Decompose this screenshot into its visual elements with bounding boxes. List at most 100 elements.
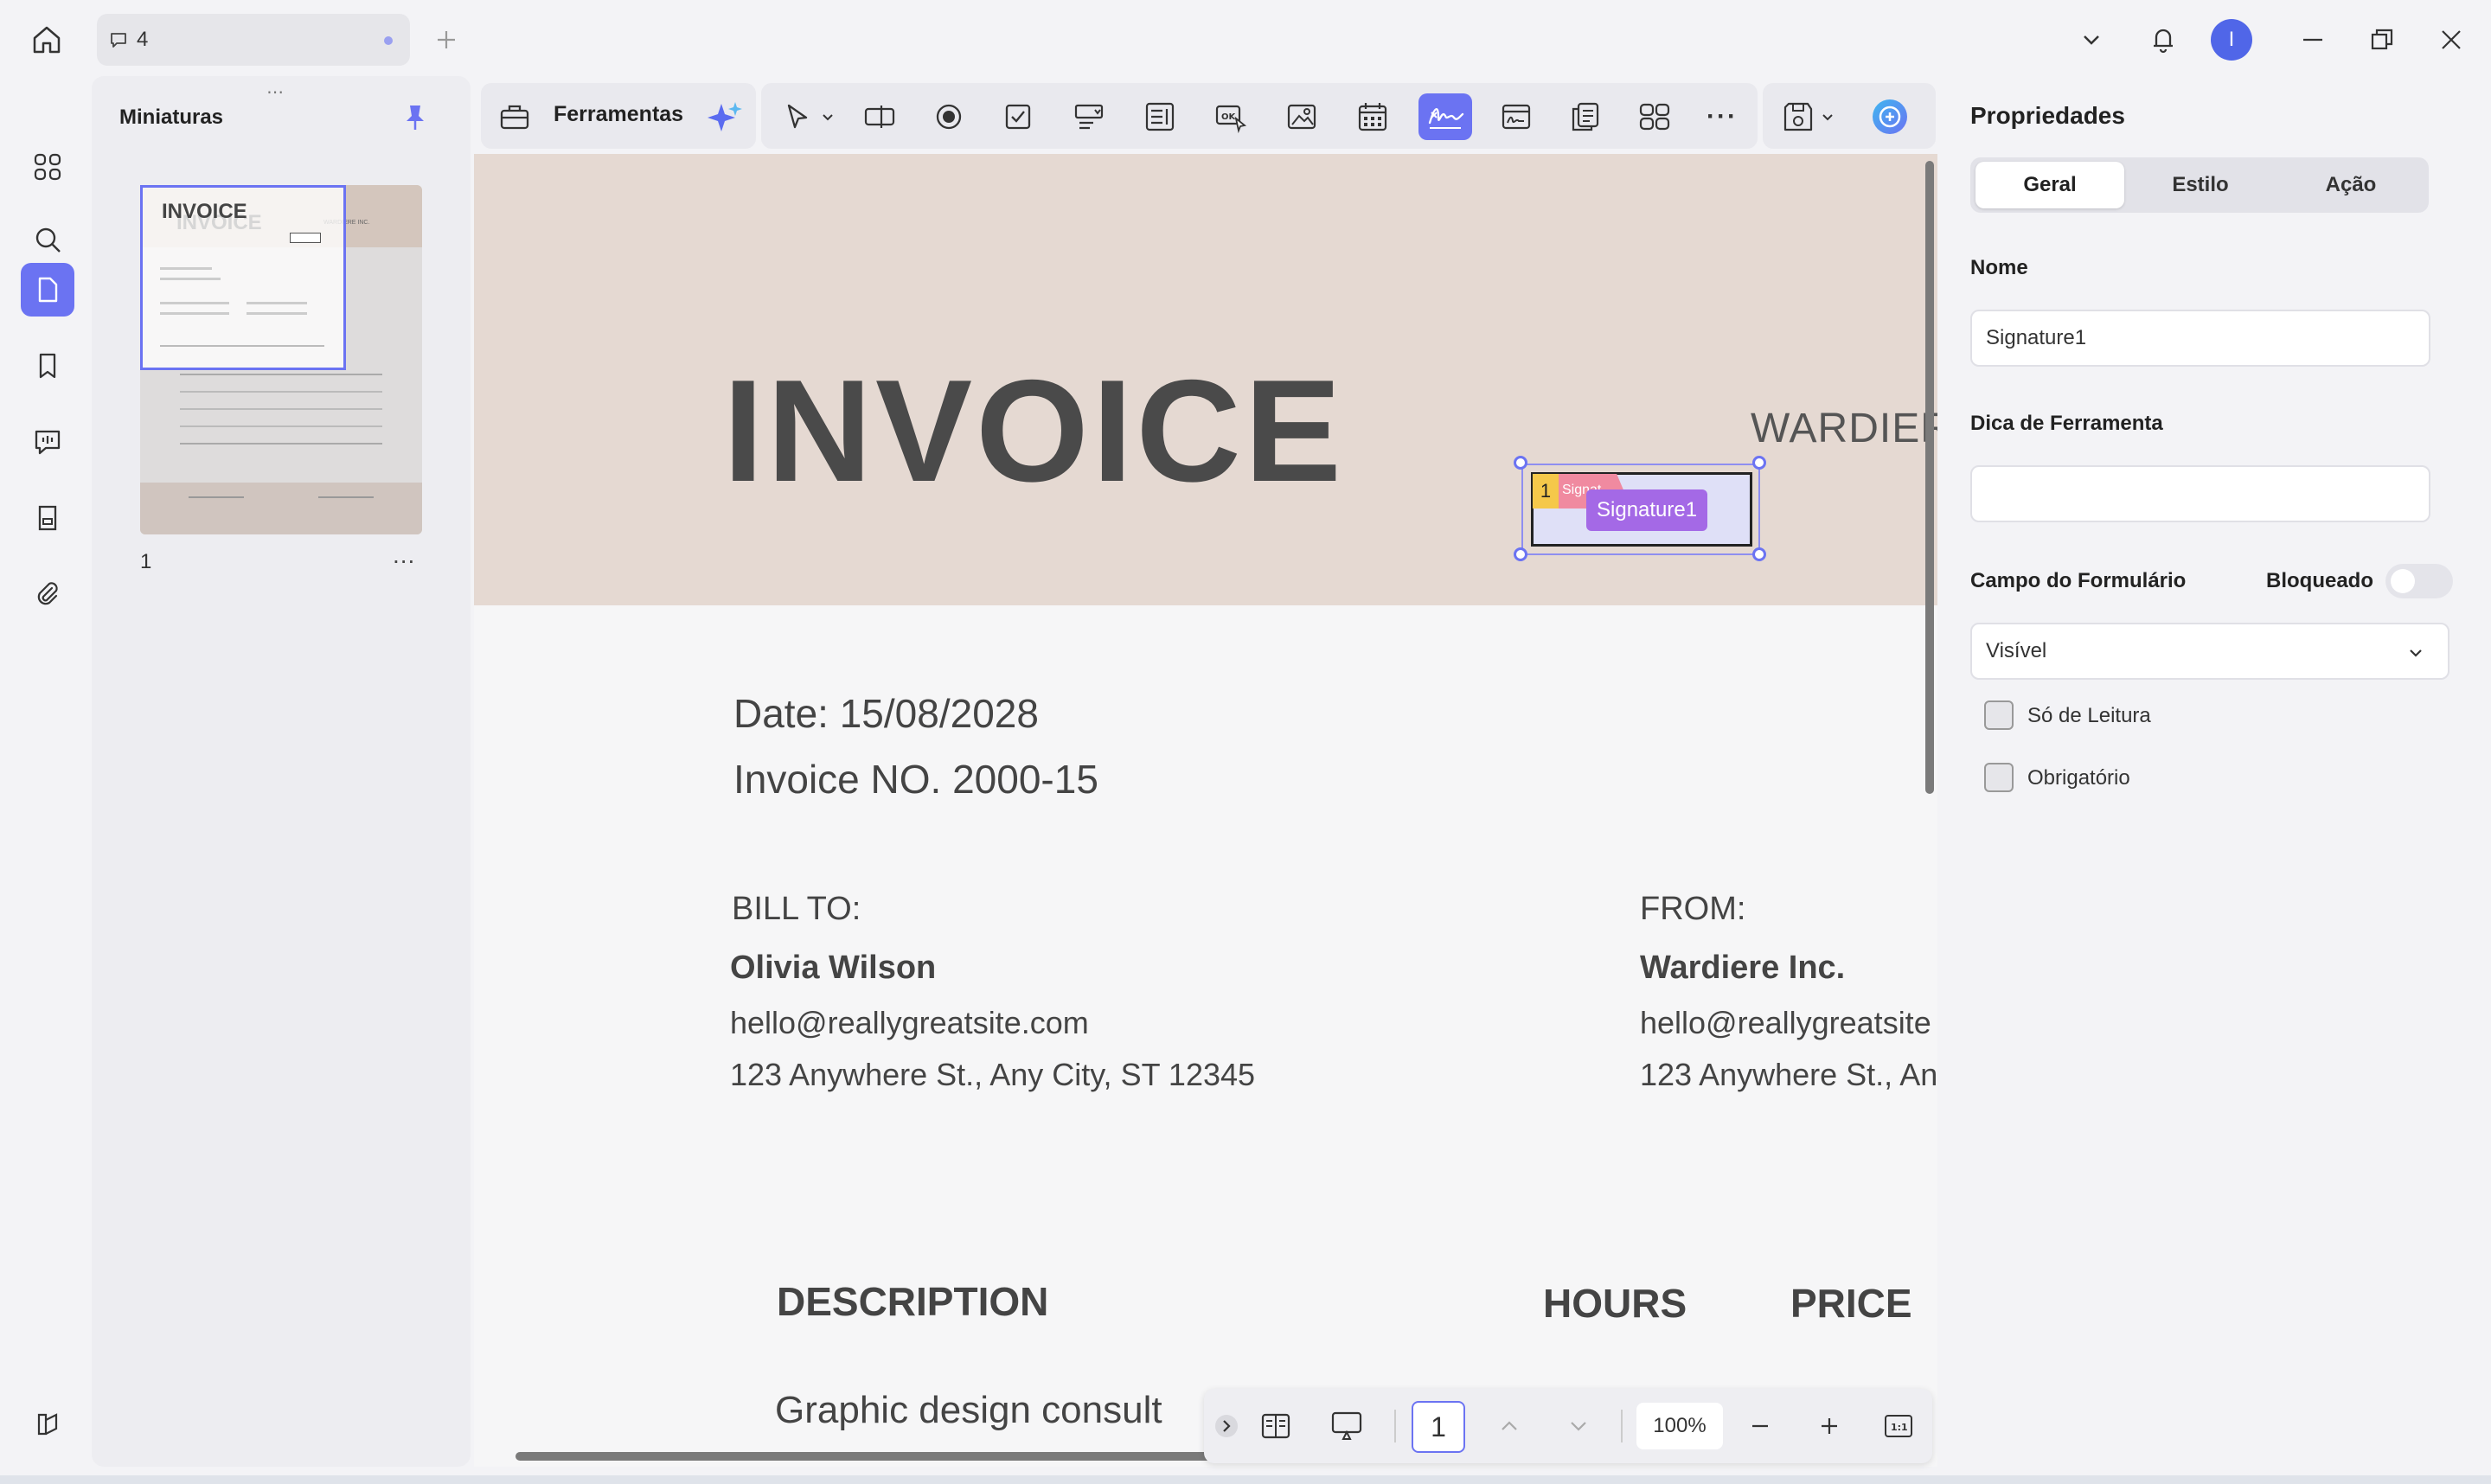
- user-avatar[interactable]: I: [2211, 19, 2252, 61]
- chevron-down-icon[interactable]: [2074, 22, 2109, 57]
- zoom-out-button[interactable]: [1739, 1404, 1782, 1448]
- invoice-date: Date: 15/08/2028: [733, 691, 1039, 736]
- sidebar-icon: [37, 1413, 58, 1436]
- tab-style[interactable]: Estilo: [2126, 162, 2275, 208]
- ai-sparkle-icon[interactable]: [706, 99, 744, 137]
- tab-general[interactable]: Geral: [1976, 162, 2124, 208]
- image-field-tool[interactable]: [1275, 93, 1329, 140]
- thumbnail-footer: [140, 483, 422, 534]
- bill-to-address: 123 Anywhere St., Any City, ST 12345: [730, 1057, 1256, 1092]
- resize-handle-top-left[interactable]: [1514, 456, 1527, 470]
- date-field-tool[interactable]: [1346, 93, 1399, 140]
- zoom-level[interactable]: 100%: [1636, 1403, 1723, 1449]
- rail-attachment-button[interactable]: [21, 567, 74, 621]
- rail-grid-button[interactable]: [21, 140, 74, 194]
- svg-text:OK: OK: [1221, 112, 1237, 122]
- rail-sidebar-toggle-button[interactable]: [21, 1398, 74, 1451]
- tooltip-label: Dica de Ferramenta: [1970, 412, 2163, 435]
- save-dropdown[interactable]: [1815, 93, 1841, 140]
- collapse-bar-button[interactable]: [1209, 1404, 1244, 1448]
- presentation-icon: [1331, 1411, 1362, 1440]
- signature-icon: [1428, 108, 1464, 129]
- align-fields-tool[interactable]: [1628, 93, 1681, 140]
- bell-icon[interactable]: [2143, 19, 2183, 59]
- chevron-right-icon: [1215, 1415, 1238, 1437]
- zoom-in-button[interactable]: [1808, 1404, 1851, 1448]
- close-icon[interactable]: [2432, 21, 2470, 59]
- rail-pages-button[interactable]: [21, 263, 74, 317]
- combo-box-tool[interactable]: [1062, 93, 1116, 140]
- toolbox-icon[interactable]: [498, 100, 531, 133]
- window-bottom-edge: [0, 1475, 2491, 1484]
- page-layout-button[interactable]: [1254, 1404, 1297, 1448]
- duplicate-field-tool[interactable]: [1559, 93, 1612, 140]
- rail-stamp-button[interactable]: [21, 491, 74, 545]
- separator: [1621, 1410, 1623, 1442]
- readonly-label: Só de Leitura: [2027, 704, 2151, 727]
- tools-button[interactable]: Ferramentas: [554, 102, 683, 127]
- thumbnail-text-line: [160, 278, 221, 280]
- visibility-select[interactable]: Visível: [1970, 623, 2449, 680]
- checkbox-tool[interactable]: [991, 93, 1045, 140]
- from-email: hello@reallygreatsite: [1640, 1005, 1931, 1040]
- required-label: Obrigatório: [2027, 766, 2130, 790]
- radio-icon: [936, 104, 962, 130]
- page-number-input[interactable]: [1412, 1401, 1465, 1453]
- presentation-button[interactable]: [1325, 1404, 1368, 1448]
- chevron-down-icon: [1571, 1422, 1586, 1431]
- bookmark-icon: [39, 353, 56, 379]
- required-checkbox[interactable]: [1984, 763, 2014, 792]
- actual-size-button[interactable]: 1:1: [1877, 1404, 1920, 1448]
- thumbnail-rule: [180, 443, 382, 445]
- checkbox-icon: [1005, 104, 1031, 130]
- resize-handle[interactable]: ⋯: [266, 81, 285, 103]
- document-tab[interactable]: 4: [97, 14, 410, 66]
- locked-toggle[interactable]: [2385, 564, 2453, 598]
- thumbnail-more-button[interactable]: ...: [393, 541, 415, 569]
- text-field-icon: [864, 106, 895, 128]
- ai-assistant-icon: [1873, 99, 1907, 134]
- document-viewport[interactable]: INVOICE WARDIER 1 Signat Signature1 Date…: [474, 154, 1937, 1467]
- button-tool[interactable]: OK: [1204, 93, 1258, 140]
- more-tools-button[interactable]: ···: [1695, 93, 1749, 140]
- ai-assistant-button[interactable]: [1863, 93, 1917, 140]
- minimize-icon[interactable]: [2294, 21, 2332, 59]
- thumbnail-text-line: [160, 267, 212, 270]
- from-label: FROM:: [1640, 891, 1746, 927]
- signature-field-label: Signature1: [1586, 489, 1708, 531]
- thumbnails-panel: ⋯ Miniaturas INVOICE WARDIERE INC. INVOI…: [92, 76, 471, 1467]
- thumbnail-text-line: [160, 345, 324, 347]
- tab-action[interactable]: Ação: [2276, 162, 2425, 208]
- radio-button-tool[interactable]: [922, 93, 976, 140]
- thumbnail-viewport-selection[interactable]: INVOICE: [140, 185, 346, 370]
- resize-handle-top-right[interactable]: [1752, 456, 1766, 470]
- digital-signature-tool[interactable]: [1489, 93, 1543, 140]
- signature-field-tool[interactable]: [1418, 93, 1472, 140]
- resize-handle-bottom-left[interactable]: [1514, 547, 1527, 561]
- vertical-scrollbar[interactable]: [1925, 161, 1934, 794]
- thumbnail-rule: [180, 425, 382, 427]
- thumbnail-selection-title: INVOICE: [162, 200, 247, 223]
- select-tool-dropdown[interactable]: [815, 93, 841, 140]
- more-tools-label: ···: [1707, 102, 1738, 131]
- next-page-button[interactable]: [1557, 1404, 1600, 1448]
- previous-page-button[interactable]: [1488, 1404, 1531, 1448]
- tooltip-input[interactable]: [1970, 465, 2430, 522]
- new-tab-plus-icon[interactable]: [427, 21, 465, 59]
- rail-comments-button[interactable]: [21, 415, 74, 469]
- main-toolbar: Ferramentas OK ···: [476, 78, 1937, 152]
- rail-search-button[interactable]: [21, 213, 74, 266]
- home-icon[interactable]: [26, 19, 67, 61]
- pin-icon[interactable]: [400, 102, 431, 133]
- properties-tabs: Geral Estilo Ação: [1970, 157, 2429, 213]
- left-rail: [7, 78, 88, 1467]
- restore-icon[interactable]: [2363, 21, 2401, 59]
- text-field-tool[interactable]: [853, 93, 906, 140]
- readonly-checkbox[interactable]: [1984, 700, 2014, 730]
- name-input[interactable]: [1970, 310, 2430, 367]
- list-box-tool[interactable]: [1133, 93, 1187, 140]
- toggle-knob: [2391, 569, 2415, 593]
- resize-handle-bottom-right[interactable]: [1752, 547, 1766, 561]
- rail-bookmark-button[interactable]: [21, 339, 74, 393]
- save-icon: [1783, 102, 1813, 131]
